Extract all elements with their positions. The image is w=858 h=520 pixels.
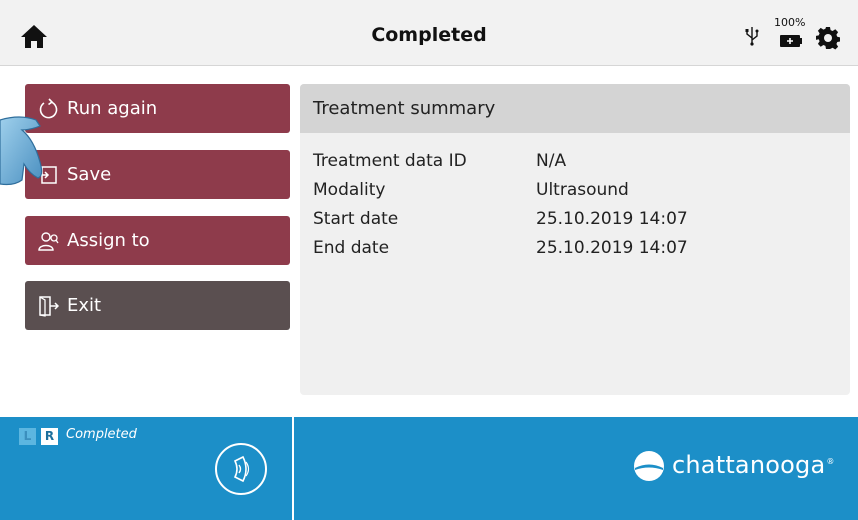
top-bar: Completed 100%: [0, 0, 858, 66]
right-channel-indicator[interactable]: R: [41, 428, 58, 445]
usb-icon: [745, 27, 759, 46]
brand-name: chattanooga®: [672, 451, 835, 479]
assign-user-icon: [38, 231, 59, 251]
exit-label: Exit: [67, 295, 102, 316]
summary-key: Treatment data ID: [313, 151, 467, 171]
summary-key: Start date: [313, 209, 399, 229]
summary-row-treatment-id: Treatment data ID N/A: [313, 151, 833, 180]
summary-key: End date: [313, 238, 390, 258]
refresh-icon: [39, 97, 58, 118]
exit-door-icon: [39, 295, 59, 317]
status-area: 100%: [740, 14, 850, 54]
save-button[interactable]: Save: [25, 150, 290, 199]
channel-status-text: Completed: [66, 427, 137, 442]
page-title: Completed: [371, 24, 487, 46]
brand-logo: chattanooga®: [632, 447, 852, 487]
summary-key: Modality: [313, 180, 386, 200]
run-again-button[interactable]: Run again: [25, 84, 290, 133]
home-icon: [21, 25, 47, 48]
summary-title: Treatment summary: [300, 84, 850, 133]
ultrasound-probe-icon: [233, 455, 250, 483]
brand-text: chattanooga: [672, 451, 826, 479]
assign-to-label: Assign to: [67, 230, 150, 251]
treatment-summary-panel: Treatment summary Treatment data ID N/A …: [300, 84, 850, 395]
run-again-label: Run again: [67, 98, 158, 119]
probe-button[interactable]: [215, 443, 267, 495]
battery-charging-icon: [780, 35, 802, 47]
left-channel-indicator[interactable]: L: [19, 428, 36, 445]
summary-value: N/A: [536, 151, 567, 171]
channel-status-panel: L R Completed: [0, 417, 294, 520]
settings-button[interactable]: [815, 26, 841, 50]
save-label: Save: [67, 164, 112, 185]
chattanooga-logo-icon: [634, 451, 664, 481]
battery-percent: 100%: [774, 16, 806, 29]
summary-row-start-date: Start date 25.10.2019 14:07: [313, 209, 833, 238]
gear-icon: [815, 27, 841, 50]
assign-to-button[interactable]: Assign to: [25, 216, 290, 265]
summary-value: Ultrasound: [536, 180, 629, 200]
footer-bar: L R Completed chattanooga®: [0, 417, 858, 520]
brand-mark: ®: [826, 457, 835, 466]
summary-value: 25.10.2019 14:07: [536, 238, 688, 258]
save-icon: [38, 165, 57, 184]
exit-button[interactable]: Exit: [25, 281, 290, 330]
summary-row-modality: Modality Ultrasound: [313, 180, 833, 209]
summary-row-end-date: End date 25.10.2019 14:07: [313, 238, 833, 267]
home-button[interactable]: [18, 20, 50, 52]
summary-value: 25.10.2019 14:07: [536, 209, 688, 229]
